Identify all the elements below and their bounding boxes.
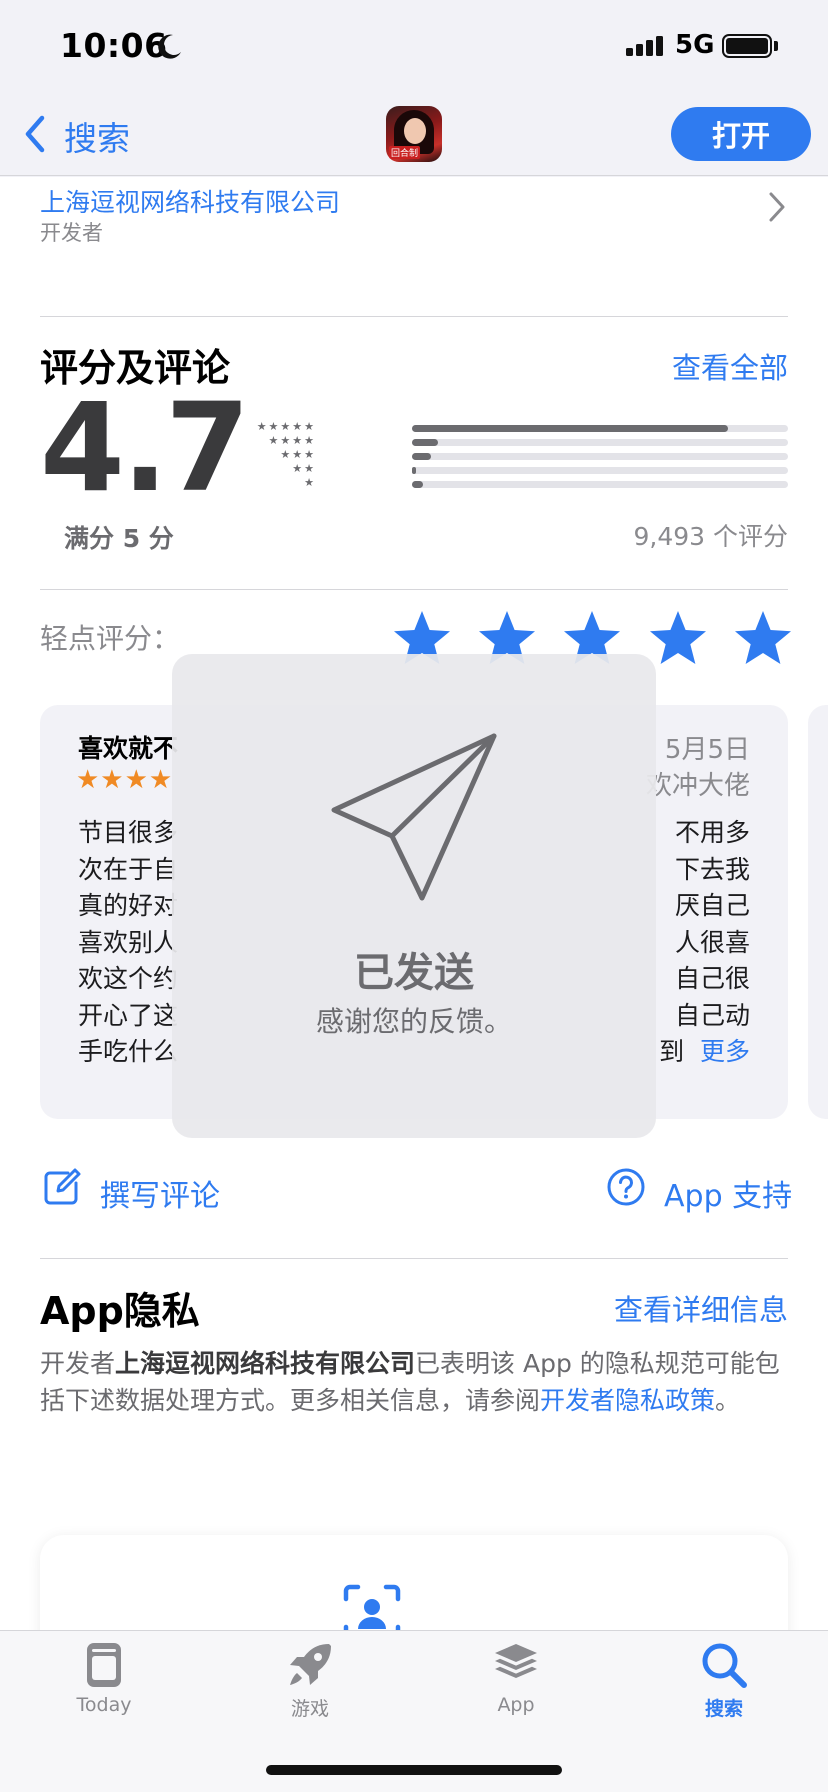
privacy-details-link[interactable]: 查看详细信息 <box>614 1287 788 1329</box>
toast-title: 已发送 <box>354 950 474 996</box>
divider <box>40 589 788 590</box>
rating-bar <box>412 439 788 446</box>
rating-bar-fill <box>412 453 431 460</box>
see-all-link[interactable]: 查看全部 <box>672 345 788 387</box>
tap-to-rate-label: 轻点评分： <box>40 622 181 655</box>
review-title: 喜欢就不 <box>78 734 179 763</box>
write-review-button[interactable]: 撰写评论 <box>100 1171 220 1215</box>
back-button[interactable]: 搜索 <box>64 112 130 160</box>
review-line-right: 自己动 <box>674 1000 750 1030</box>
review-line-right: 到 更多 <box>659 1034 750 1071</box>
privacy-text-suffix: 。 <box>715 1385 741 1415</box>
review-line-right: 厌自己 <box>674 891 750 920</box>
review-line-left: 真的好对 <box>78 891 179 920</box>
rating-count: 9,493 个评分 <box>633 522 788 551</box>
review-line-left: 手吃什么 <box>78 1037 179 1066</box>
tab-search[interactable]: 搜索 <box>654 1640 794 1721</box>
rate-star-4-icon[interactable] <box>648 609 708 665</box>
tab-label: App <box>497 1694 535 1716</box>
privacy-card[interactable] <box>40 1535 788 1630</box>
network-type: 5G <box>675 30 715 60</box>
rocket-icon <box>290 1644 331 1685</box>
review-line-left: 次在于自 <box>78 854 179 884</box>
privacy-description: 开发者上海逗视网络科技有限公司已表明该 App 的隐私规范可能包括下述数据处理方… <box>40 1346 788 1419</box>
review-date: 5月5日 <box>664 735 750 765</box>
review-author: 欢冲大佬 <box>645 771 750 801</box>
review-stars: ★★★★ <box>76 765 174 795</box>
review-line-left: 节目很多 <box>78 818 179 847</box>
toast-subtitle: 感谢您的反馈。 <box>315 1005 512 1038</box>
rating-bar <box>412 453 788 460</box>
tab-games[interactable]: 游戏 <box>240 1640 380 1721</box>
tab-label: 游戏 <box>290 1698 329 1720</box>
app-icon: 回合制 <box>386 106 442 162</box>
rating-bar <box>412 425 788 432</box>
compose-icon[interactable] <box>42 1167 82 1207</box>
tab-today[interactable]: Today <box>34 1640 174 1716</box>
rating-bar-fill <box>412 467 416 474</box>
review-line-left: 欢这个约 <box>78 964 179 993</box>
review-line-right: 不用多 <box>674 818 750 847</box>
question-circle-icon[interactable] <box>606 1167 646 1207</box>
app-support-button[interactable]: App 支持 <box>664 1171 792 1215</box>
tab-label: Today <box>76 1694 132 1716</box>
review-more-link[interactable]: 更多 <box>700 1037 750 1066</box>
review-line-right: 人很喜 <box>674 927 750 957</box>
developer-privacy-policy-link[interactable]: 开发者隐私政策 <box>540 1386 715 1415</box>
star-row-label: ★★★★★ <box>256 420 316 433</box>
moon-icon <box>158 34 181 59</box>
divider <box>40 316 788 317</box>
battery-tip <box>774 41 778 51</box>
rating-bar-fill <box>412 439 439 446</box>
rate-star-5-icon[interactable] <box>733 609 793 665</box>
star-row-label: ★★ <box>292 462 316 475</box>
search-icon <box>702 1643 747 1688</box>
next-review-card[interactable] <box>808 705 828 1119</box>
privacy-text-prefix: 开发者 <box>40 1349 116 1378</box>
review-line-left: 开心了这 <box>78 1000 179 1030</box>
tracking-user-icon <box>343 1584 401 1630</box>
home-indicator <box>266 1765 562 1775</box>
status-time: 10:06 <box>60 26 168 65</box>
rating-out-of: 满分 5 分 <box>64 524 174 553</box>
battery-icon <box>722 34 772 58</box>
average-rating: 4.7 <box>40 377 250 519</box>
chevron-right-icon[interactable] <box>768 191 786 223</box>
tab-apps[interactable]: App <box>446 1640 586 1716</box>
privacy-developer-name: 上海逗视网络科技有限公司 <box>115 1349 416 1378</box>
star-row-label: ★★★ <box>280 448 316 461</box>
star-row-label: ★★★★ <box>268 434 316 447</box>
rating-bar <box>412 467 788 474</box>
review-line-right: 自己很 <box>674 964 750 993</box>
review-line-left: 喜欢别人 <box>78 927 179 957</box>
star-row-label: ★ <box>304 476 316 489</box>
rating-bar <box>412 481 788 488</box>
developer-role: 开发者 <box>40 221 103 245</box>
layers-icon <box>495 1644 537 1678</box>
review-line-text: 到 <box>659 1037 685 1066</box>
open-button[interactable]: 打开 <box>671 107 811 161</box>
tab-label: 搜索 <box>704 1698 743 1720</box>
back-chevron-icon[interactable] <box>22 114 48 154</box>
app-icon-text: 回合制 <box>389 146 421 159</box>
signal-icon <box>626 36 663 56</box>
paper-plane-icon <box>331 733 497 901</box>
divider <box>40 1258 788 1259</box>
rating-bar-fill <box>412 425 728 432</box>
developer-name-link[interactable]: 上海逗视网络科技有限公司 <box>40 183 340 219</box>
rating-bar-fill <box>412 481 424 488</box>
review-line-right: 下去我 <box>674 854 750 884</box>
privacy-section-title: App隐私 <box>40 1289 200 1333</box>
today-icon <box>87 1643 121 1687</box>
